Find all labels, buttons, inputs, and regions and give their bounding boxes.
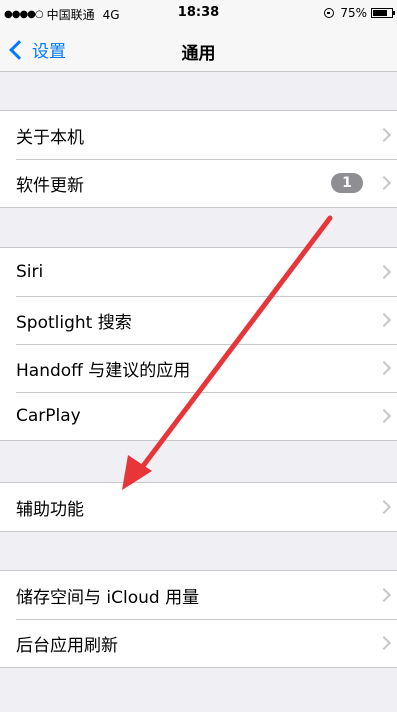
chevron-right-icon bbox=[376, 264, 392, 280]
status-bar: ●●●●○ 中国联通 4G 18:38 75% bbox=[0, 0, 397, 28]
battery-percent: 75% bbox=[340, 6, 367, 20]
chevron-right-icon bbox=[376, 127, 392, 143]
row-label: Siri bbox=[16, 262, 44, 282]
chevron-right-icon bbox=[376, 408, 392, 424]
settings-group-siri: Siri Spotlight 搜索 Handoff 与建议的应用 CarPlay bbox=[0, 247, 397, 441]
status-right: 75% bbox=[324, 6, 395, 20]
settings-row-siri[interactable]: Siri bbox=[0, 248, 397, 296]
navigation-bar: 设置 通用 bbox=[0, 28, 397, 72]
settings-row-software-update[interactable]: 软件更新 1 bbox=[0, 159, 397, 207]
settings-group-storage: 储存空间与 iCloud 用量 后台应用刷新 bbox=[0, 570, 397, 668]
settings-row-carplay[interactable]: CarPlay bbox=[0, 392, 397, 440]
update-count-badge: 1 bbox=[331, 173, 363, 193]
battery-icon bbox=[371, 8, 395, 18]
chevron-right-icon bbox=[376, 499, 392, 515]
row-label: 储存空间与 iCloud 用量 bbox=[16, 587, 200, 608]
row-label: Spotlight 搜索 bbox=[16, 312, 132, 333]
chevron-right-icon bbox=[376, 312, 392, 328]
settings-row-spotlight[interactable]: Spotlight 搜索 bbox=[0, 296, 397, 344]
chevron-right-icon bbox=[376, 587, 392, 603]
battery-level-fill bbox=[373, 10, 387, 16]
chevron-right-icon bbox=[376, 635, 392, 651]
row-label: 软件更新 bbox=[16, 175, 84, 196]
settings-group-accessibility: 辅助功能 bbox=[0, 482, 397, 532]
settings-row-background-refresh[interactable]: 后台应用刷新 bbox=[0, 619, 397, 667]
row-label: 关于本机 bbox=[16, 127, 84, 148]
settings-row-about[interactable]: 关于本机 bbox=[0, 111, 397, 159]
settings-row-accessibility[interactable]: 辅助功能 bbox=[0, 483, 397, 531]
settings-group-about: 关于本机 软件更新 1 bbox=[0, 110, 397, 208]
rotation-lock-icon bbox=[324, 8, 335, 18]
row-label: 辅助功能 bbox=[16, 499, 84, 520]
row-label: 后台应用刷新 bbox=[16, 635, 118, 656]
settings-row-storage[interactable]: 储存空间与 iCloud 用量 bbox=[0, 571, 397, 619]
chevron-right-icon bbox=[376, 175, 392, 191]
row-label: Handoff 与建议的应用 bbox=[16, 360, 191, 381]
row-label: CarPlay bbox=[16, 406, 81, 426]
chevron-right-icon bbox=[376, 360, 392, 376]
page-title: 通用 bbox=[181, 44, 216, 64]
settings-row-handoff[interactable]: Handoff 与建议的应用 bbox=[0, 344, 397, 392]
